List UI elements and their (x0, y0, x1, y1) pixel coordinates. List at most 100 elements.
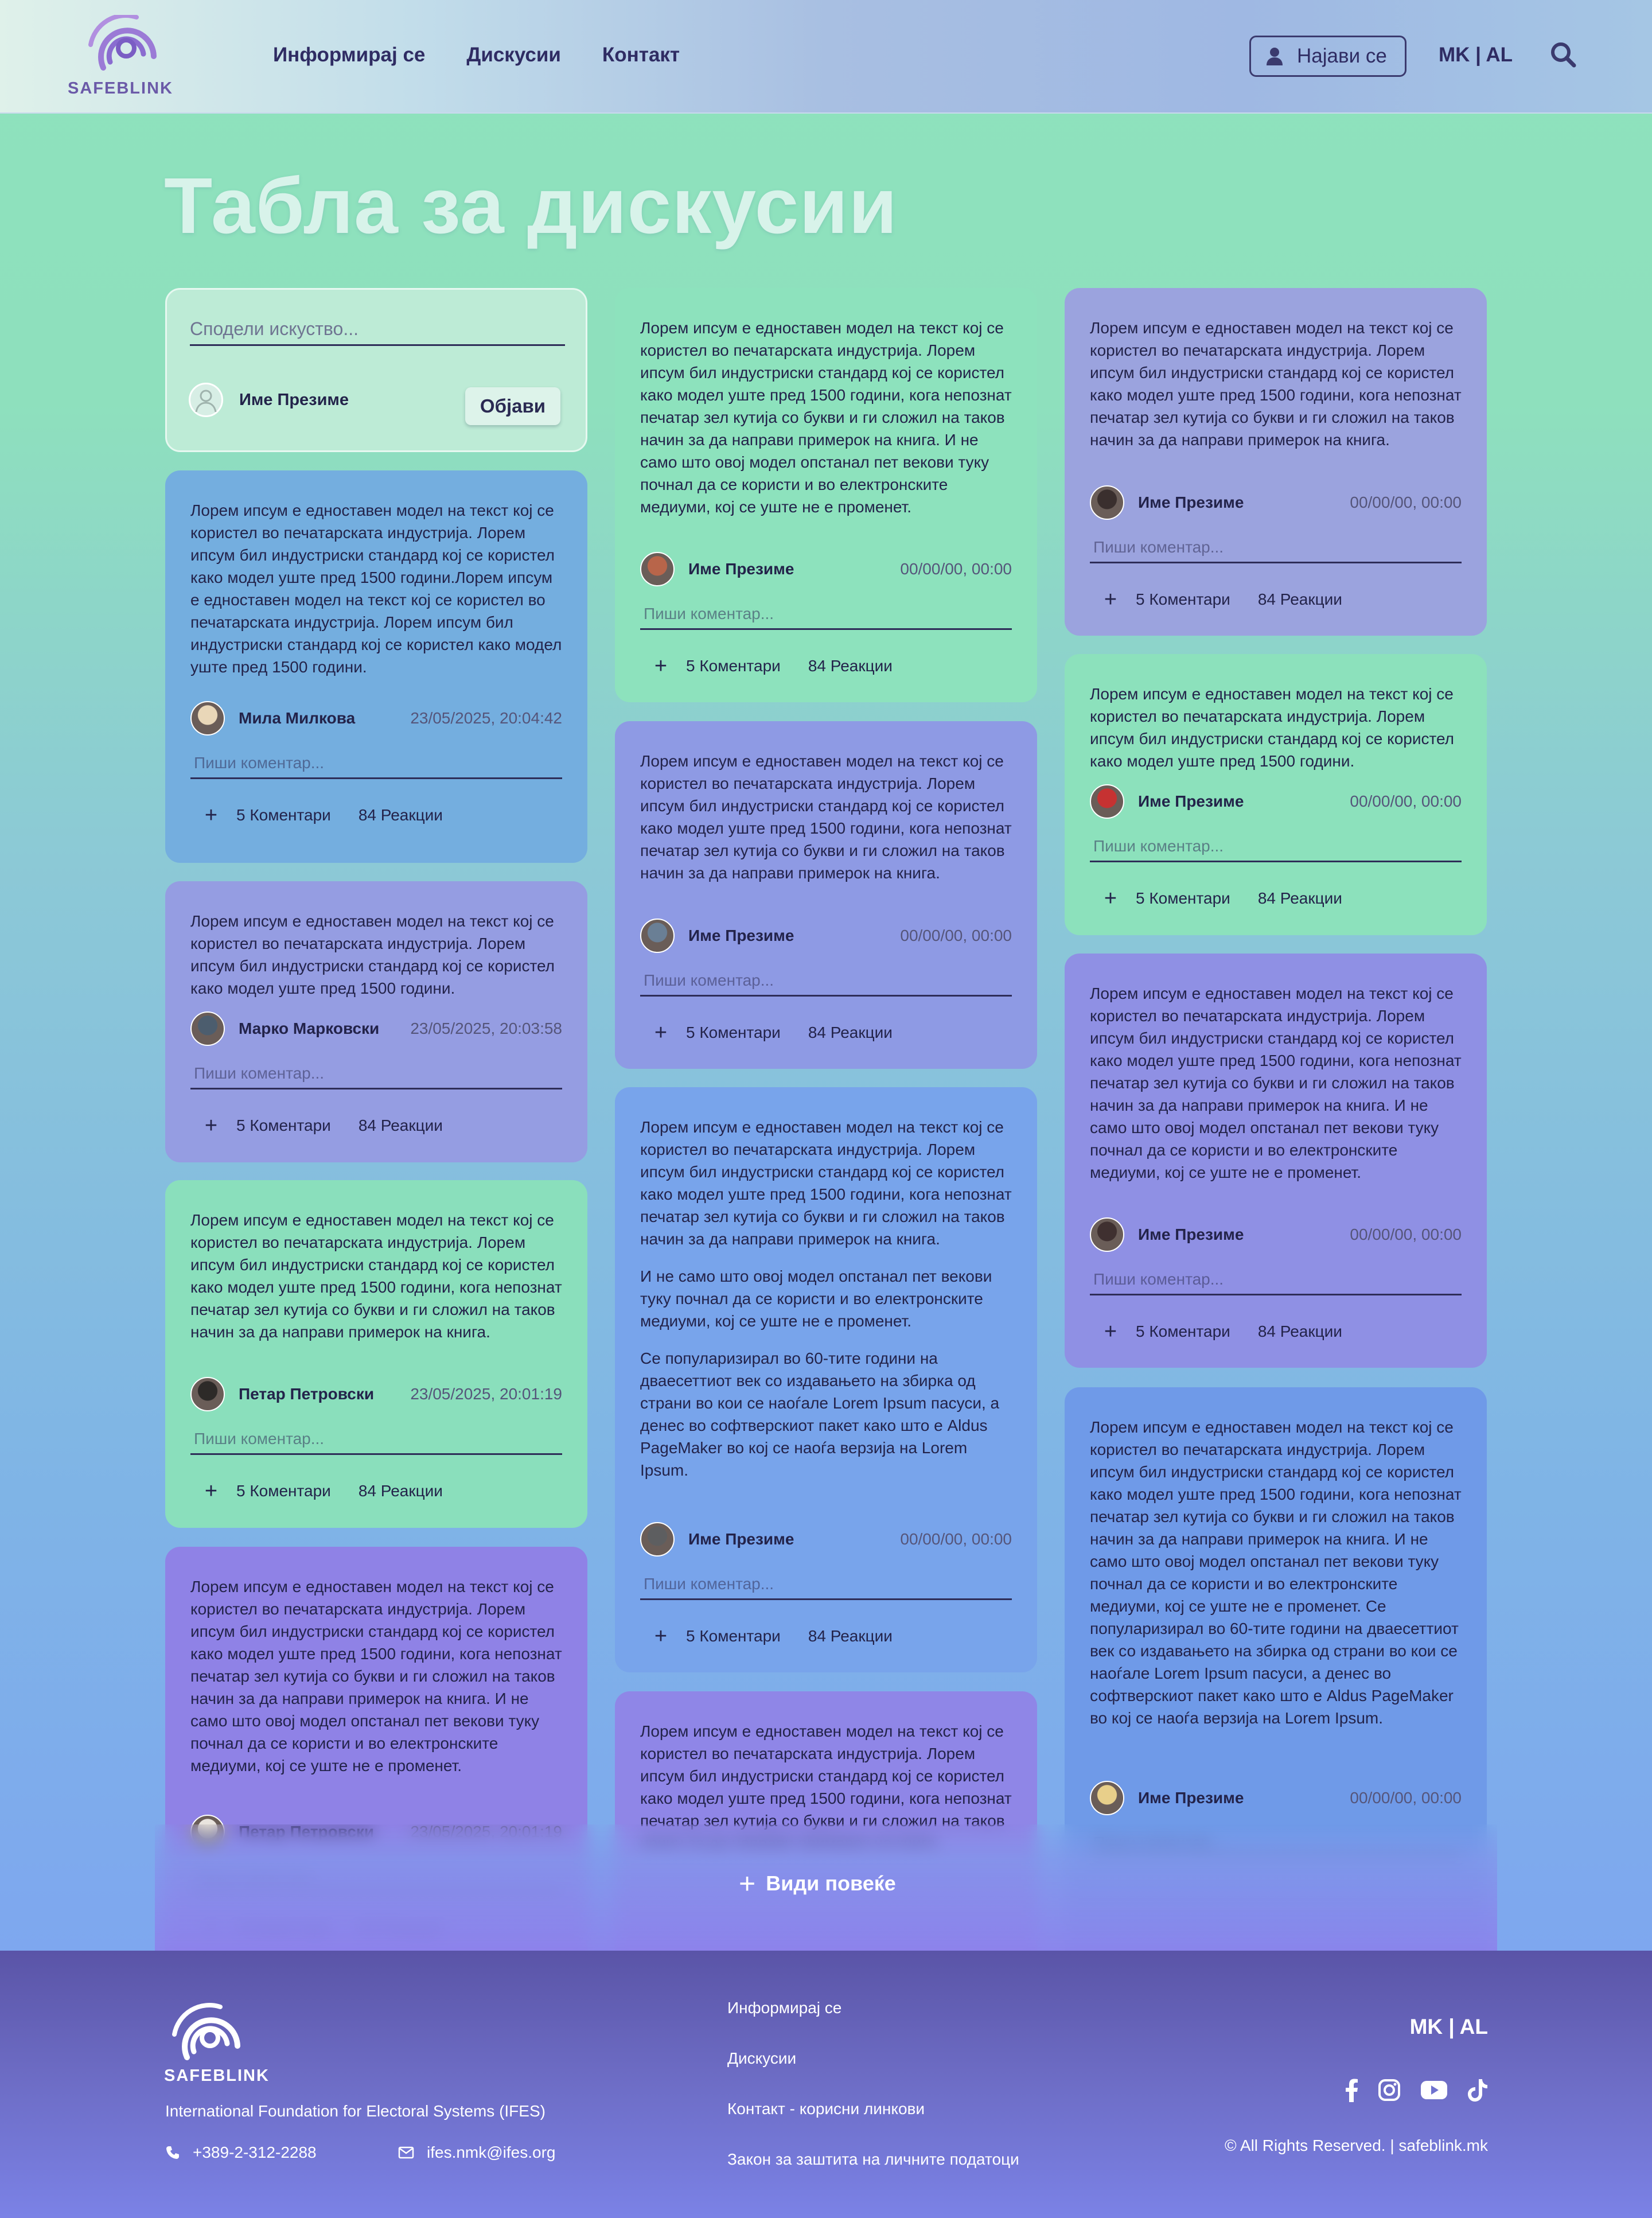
footer-links: Информирај се Дискусии Контакт - корисни… (727, 1999, 1019, 2201)
language-switcher[interactable]: MK | AL (1439, 44, 1513, 67)
author-name[interactable]: Име Презиме (688, 927, 794, 945)
post-paragraph: Лорем ипсум е едноставен модел на текст … (1090, 685, 1454, 770)
footer-link-discussions[interactable]: Дискусии (727, 2049, 1019, 2100)
share-experience-input[interactable] (190, 315, 565, 343)
add-reaction-icon[interactable]: + (1099, 587, 1122, 612)
author-avatar[interactable] (190, 1011, 225, 1046)
add-reaction-icon[interactable]: + (649, 1624, 672, 1649)
instagram-icon[interactable] (1378, 2079, 1401, 2102)
reactions-count[interactable]: 84 Реакции (1258, 590, 1342, 609)
reactions-count[interactable]: 84 Реакции (359, 1116, 443, 1135)
add-reaction-icon[interactable]: + (200, 1114, 223, 1138)
author-avatar[interactable] (1090, 784, 1124, 819)
comment-input[interactable] (640, 1570, 1012, 1598)
comments-count[interactable]: 5 Коментари (686, 657, 781, 675)
post-text: Лорем ипсум е едноставен модел на текст … (640, 750, 1012, 884)
comment-input[interactable] (1090, 1266, 1462, 1293)
login-button[interactable]: Најави се (1249, 36, 1406, 77)
comment-input[interactable] (1090, 534, 1462, 561)
post-actions: +5 Коментари 84 Реакции (640, 1018, 893, 1047)
comment-input[interactable] (190, 749, 562, 777)
comment-input[interactable] (640, 600, 1012, 628)
post-author: Име Презиме 00/00/00, 00:00 (640, 551, 1012, 587)
comments-count[interactable]: 5 Коментари (236, 1482, 331, 1500)
post-author: Име Презиме 00/00/00, 00:00 (1090, 1216, 1462, 1253)
post-card: Лорем ипсум е едноставен модел на текст … (165, 1180, 587, 1528)
reactions-count[interactable]: 84 Реакции (1258, 1322, 1342, 1341)
author-avatar[interactable] (640, 1522, 675, 1557)
footer-language-switcher[interactable]: MK | AL (1410, 2015, 1488, 2039)
search-icon[interactable] (1550, 41, 1576, 68)
nav-item-contact[interactable]: Контакт (602, 44, 680, 67)
post-date: 23/05/2025, 20:03:58 (410, 1019, 562, 1037)
add-reaction-icon[interactable]: + (200, 1479, 223, 1504)
comments-count[interactable]: 5 Коментари (236, 806, 331, 824)
author-avatar[interactable] (1090, 485, 1124, 520)
comments-count[interactable]: 5 Коментари (1136, 1322, 1230, 1341)
facebook-icon[interactable] (1345, 2078, 1358, 2102)
reactions-count[interactable]: 84 Реакции (808, 1627, 893, 1645)
nav-item-inform[interactable]: Информирај се (273, 44, 425, 67)
post-actions: +5 Коментари 84 Реакции (1090, 884, 1342, 913)
post-date: 00/00/00, 00:00 (900, 1530, 1012, 1548)
author-avatar[interactable] (1090, 1217, 1124, 1252)
see-more-button[interactable]: + Види повеќе (739, 1869, 896, 1898)
author-avatar[interactable] (190, 1377, 225, 1411)
author-name[interactable]: Име Презиме (1138, 1789, 1244, 1807)
comments-count[interactable]: 5 Коментари (1136, 590, 1230, 609)
author-avatar[interactable] (1090, 1781, 1124, 1815)
post-author: Име Презиме 00/00/00, 00:00 (1090, 1780, 1462, 1816)
author-avatar[interactable] (640, 552, 675, 586)
post-paragraph: Лорем ипсум е едноставен модел на текст … (190, 1211, 562, 1341)
author-name[interactable]: Име Презиме (1138, 1225, 1244, 1244)
comments-count[interactable]: 5 Коментари (686, 1627, 781, 1645)
footer-link-inform[interactable]: Информирај се (727, 1999, 1019, 2049)
post-paragraph: Лорем ипсум е едноставен модел на текст … (640, 319, 1012, 516)
footer-phone[interactable]: +389-2-312-2288 (165, 2143, 317, 2162)
add-reaction-icon[interactable]: + (1099, 886, 1122, 911)
publish-button[interactable]: Објави (465, 387, 560, 425)
footer-email[interactable]: ifes.nmk@ifes.org (398, 2143, 556, 2162)
author-name[interactable]: Име Презиме (1138, 493, 1244, 512)
add-reaction-icon[interactable]: + (1099, 1320, 1122, 1344)
comments-count[interactable]: 5 Коментари (236, 1116, 331, 1135)
author-name[interactable]: Име Презиме (688, 1530, 794, 1548)
reactions-count[interactable]: 84 Реакции (359, 806, 443, 824)
composer-user-name: Име Презиме (239, 390, 349, 409)
comment-field (640, 1570, 1012, 1600)
author-name[interactable]: Име Презиме (1138, 792, 1244, 811)
comment-input[interactable] (640, 967, 1012, 994)
footer-organization: International Foundation for Electoral S… (165, 2102, 546, 2120)
tiktok-icon[interactable] (1467, 2078, 1488, 2102)
post-author: Име Презиме 00/00/00, 00:00 (640, 917, 1012, 954)
post-text: Лорем ипсум е едноставен модел на текст … (190, 1209, 562, 1343)
author-name[interactable]: Име Презиме (688, 560, 794, 578)
logo[interactable]: SAFEBLINK (68, 13, 173, 101)
footer-link-privacy-law[interactable]: Закон за заштита на личните податоци (727, 2150, 1019, 2201)
add-reaction-icon[interactable]: + (200, 803, 223, 828)
author-avatar[interactable] (640, 919, 675, 953)
comment-input[interactable] (190, 1060, 562, 1087)
site-footer: SAFEBLINK International Foundation for E… (0, 1951, 1652, 2218)
footer-link-contact[interactable]: Контакт - корисни линкови (727, 2100, 1019, 2150)
footer-logo[interactable]: SAFEBLINK (164, 2002, 270, 2088)
author-name[interactable]: Петар Петровски (239, 1385, 374, 1403)
post-author: Марко Марковски 23/05/2025, 20:03:58 (190, 1010, 562, 1047)
author-avatar[interactable] (190, 701, 225, 736)
comments-count[interactable]: 5 Коментари (1136, 889, 1230, 908)
nav-item-discussions[interactable]: Дискусии (466, 44, 561, 67)
post-card: Лорем ипсум е едноставен модел на текст … (1065, 954, 1487, 1368)
reactions-count[interactable]: 84 Реакции (1258, 889, 1342, 908)
reactions-count[interactable]: 84 Реакции (808, 657, 893, 675)
add-reaction-icon[interactable]: + (649, 1021, 672, 1045)
add-reaction-icon[interactable]: + (649, 654, 672, 679)
comments-count[interactable]: 5 Коментари (686, 1024, 781, 1042)
author-name[interactable]: Мила Милкова (239, 709, 355, 727)
youtube-icon[interactable] (1420, 2080, 1448, 2100)
comment-input[interactable] (1090, 832, 1462, 860)
site-header: SAFEBLINK Информирај се Дискусии Контакт… (0, 0, 1652, 114)
reactions-count[interactable]: 84 Реакции (808, 1024, 893, 1042)
comment-input[interactable] (190, 1425, 562, 1453)
reactions-count[interactable]: 84 Реакции (359, 1482, 443, 1500)
author-name[interactable]: Марко Марковски (239, 1019, 379, 1038)
